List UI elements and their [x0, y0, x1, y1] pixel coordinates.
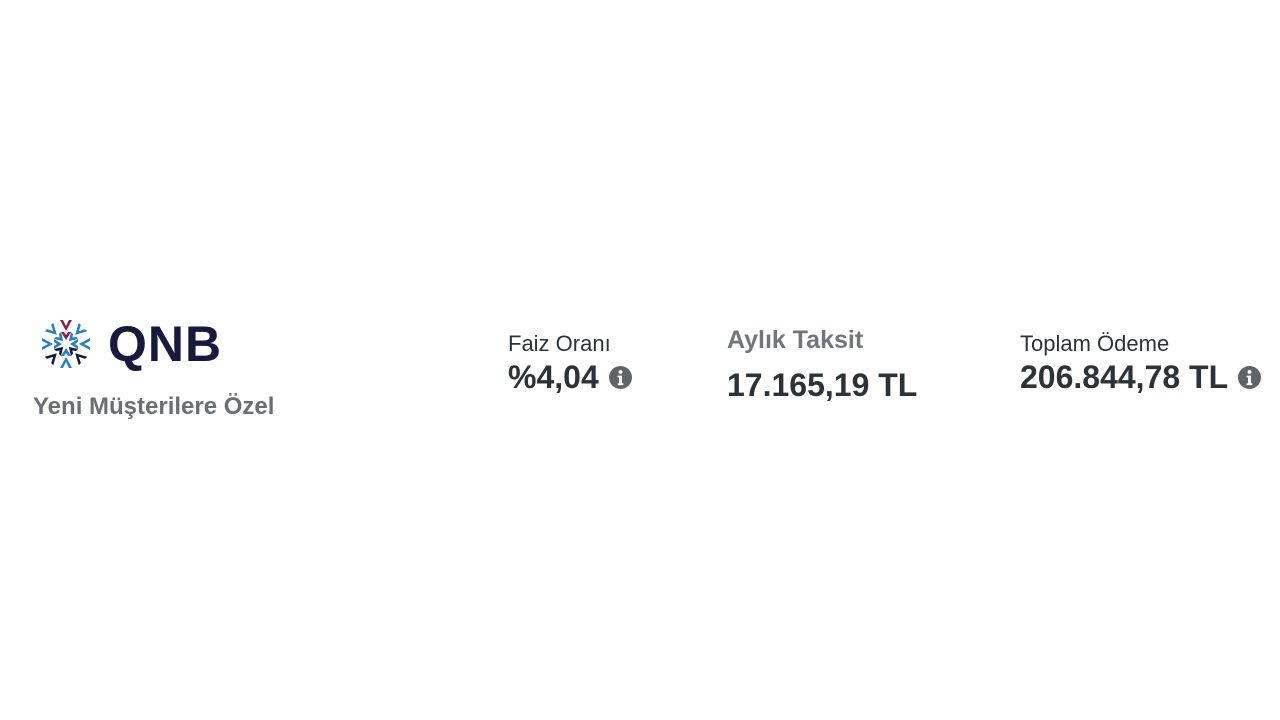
total-payment-block: Toplam Ödeme 206.844,78 TL: [1020, 331, 1262, 396]
interest-rate-value-row: %4,04: [508, 359, 632, 396]
total-payment-value-row: 206.844,78 TL: [1020, 359, 1262, 396]
info-icon[interactable]: [1238, 366, 1262, 389]
monthly-installment-block: Aylık Taksit 17.165,19 TL: [727, 326, 917, 404]
interest-rate-block: Faiz Oranı %4,04: [508, 331, 632, 396]
monthly-installment-label: Aylık Taksit: [727, 326, 864, 354]
campaign-tagline: Yeni Müşterilere Özel: [33, 393, 275, 420]
loan-offer-card: QNB Yeni Müşterilere Özel Faiz Oranı %4,…: [0, 0, 1280, 720]
total-payment-label: Toplam Ödeme: [1020, 331, 1170, 356]
monthly-installment-value: 17.165,19 TL: [727, 367, 918, 403]
total-payment-value: 206.844,78 TL: [1020, 359, 1229, 395]
qnb-logo-icon: [42, 320, 90, 368]
bank-logo: QNB: [34, 311, 222, 377]
info-icon[interactable]: [608, 366, 632, 389]
interest-rate-label: Faiz Oranı: [508, 331, 611, 356]
bank-name: QNB: [108, 316, 223, 372]
interest-rate-value: %4,04: [508, 359, 599, 395]
